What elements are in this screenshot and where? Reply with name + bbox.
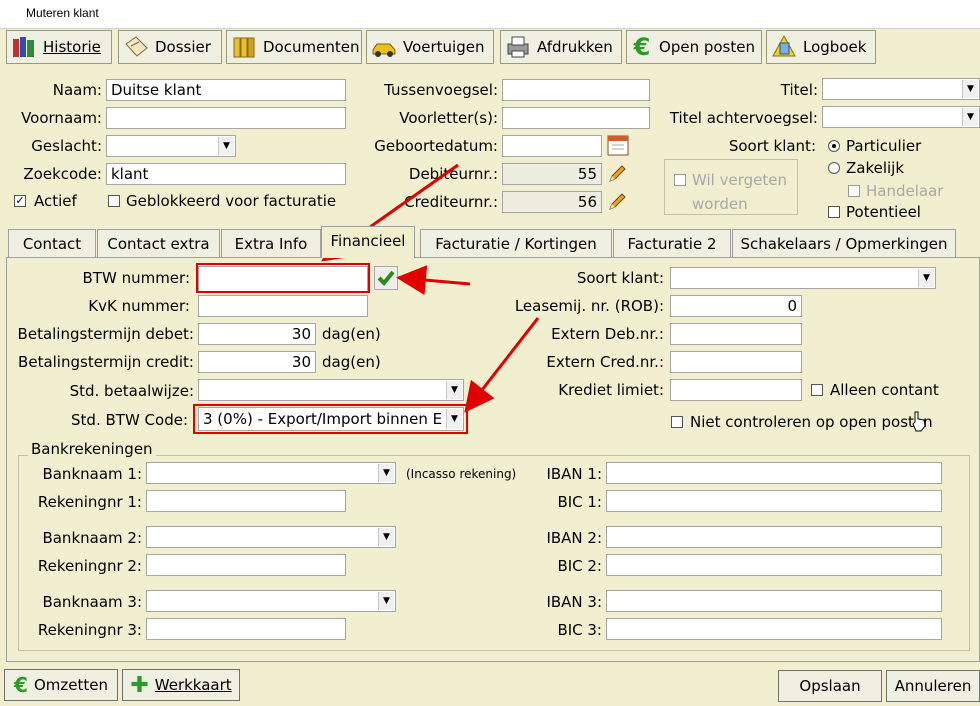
red-arrow: [396, 265, 471, 296]
tab-financieel[interactable]: Financieel: [321, 226, 415, 258]
annotation-arrows: [321, 163, 540, 413]
red-arrow: [464, 317, 540, 413]
